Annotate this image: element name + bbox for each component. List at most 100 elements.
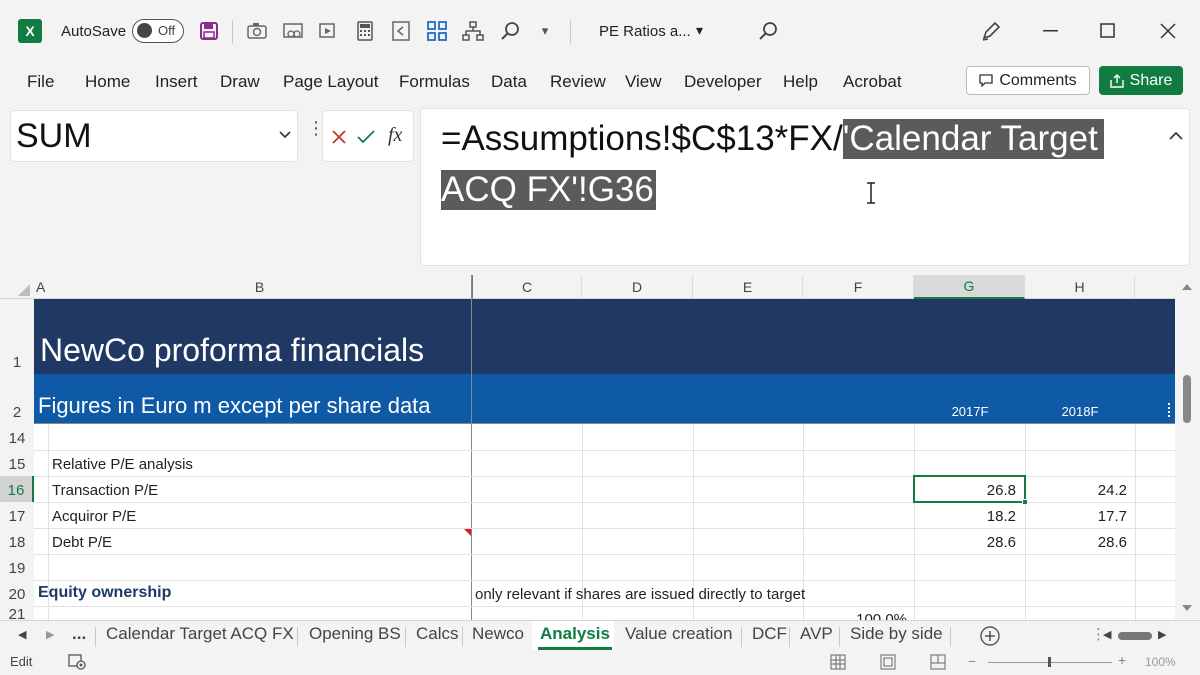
normal-view-icon[interactable] [830, 654, 846, 670]
org-chart-icon[interactable] [460, 18, 486, 44]
column-header-a[interactable]: A [34, 275, 48, 299]
row-header-21[interactable]: 21 [0, 606, 34, 620]
next-sheet-icon[interactable]: ▶ [46, 628, 54, 641]
sheet-tab-calcs[interactable]: Calcs [416, 624, 459, 644]
cell-b15[interactable]: Relative P/E analysis [52, 452, 193, 476]
row-header-2[interactable]: 2 [0, 374, 34, 424]
sheet-subtitle[interactable]: Figures in Euro m except per share data [38, 391, 431, 421]
accessibility-icon[interactable] [68, 654, 86, 670]
search-icon[interactable] [497, 18, 523, 44]
column-header-e[interactable]: E [693, 275, 803, 299]
tab-insert[interactable]: Insert [155, 72, 198, 92]
sheet-tab-avp[interactable]: AVP [800, 624, 833, 644]
minimize-icon[interactable] [1038, 18, 1064, 44]
cell-c20[interactable]: only relevant if shares are issued direc… [475, 582, 805, 606]
scroll-left-icon[interactable]: ◀ [1103, 628, 1111, 641]
tab-developer[interactable]: Developer [684, 72, 762, 92]
cell-b17[interactable]: Acquiror P/E [52, 504, 136, 528]
zoom-slider-knob[interactable] [1048, 657, 1051, 667]
tab-review[interactable]: Review [550, 72, 606, 92]
column-header-c[interactable]: C [472, 275, 582, 299]
sheet-tab-newco[interactable]: Newco [472, 624, 524, 644]
tab-home[interactable]: Home [85, 72, 130, 92]
row-header-20[interactable]: 20 [0, 580, 34, 606]
calculator-icon[interactable] [352, 18, 378, 44]
zoom-level[interactable]: 100% [1145, 655, 1176, 669]
print-preview-icon[interactable] [280, 18, 306, 44]
excel-logo-icon[interactable]: X [18, 19, 42, 43]
add-sheet-icon[interactable] [980, 626, 1000, 646]
name-box[interactable]: SUM [10, 110, 298, 162]
vertical-scrollbar[interactable] [1175, 275, 1200, 620]
select-all-corner[interactable] [0, 275, 34, 299]
sheet-tab-calendar-target-acq-fx[interactable]: Calendar Target ACQ FX [106, 624, 294, 644]
close-icon[interactable] [1155, 18, 1181, 44]
search-icon[interactable] [755, 18, 781, 44]
cancel-icon[interactable] [331, 129, 347, 145]
file-title[interactable]: PE Ratios a... [599, 23, 691, 40]
cell-a20[interactable]: Equity ownership [38, 581, 171, 605]
page-layout-view-icon[interactable] [880, 654, 896, 670]
tab-view[interactable]: View [625, 72, 662, 92]
tab-help[interactable]: Help [783, 72, 818, 92]
year-header-g[interactable]: 2017F [930, 400, 1010, 422]
scrollbar-thumb[interactable] [1183, 375, 1191, 423]
more-sheets-button[interactable]: ... [72, 624, 86, 644]
comments-button[interactable]: Comments [966, 66, 1090, 95]
tab-page-layout[interactable]: Page Layout [283, 72, 378, 92]
column-header-g[interactable]: G [914, 275, 1025, 299]
share-button[interactable]: Share [1099, 66, 1183, 95]
save-icon[interactable] [196, 18, 222, 44]
sheet-tab-dcf[interactable]: DCF [752, 624, 787, 644]
customize-toolbar-icon[interactable]: ▾ [532, 18, 558, 44]
cell-f21[interactable]: 100.0% [805, 610, 907, 621]
cell-g18[interactable]: 28.6 [914, 530, 1016, 554]
scroll-right-icon[interactable]: ▶ [1158, 628, 1166, 641]
row-header-14[interactable]: 14 [0, 424, 34, 450]
insert-function-button[interactable]: fx [388, 124, 402, 147]
prev-sheet-icon[interactable]: ◀ [18, 628, 26, 641]
scroll-down-icon[interactable] [1182, 605, 1192, 612]
row-header-18[interactable]: 18 [0, 528, 34, 554]
freeze-panes-icon[interactable] [388, 18, 414, 44]
page-break-view-icon[interactable] [930, 654, 946, 670]
row-header-17[interactable]: 17 [0, 502, 34, 528]
file-title-dropdown-icon[interactable]: ▾ [696, 22, 703, 39]
cell-h17[interactable]: 17.7 [1025, 504, 1127, 528]
sheet-title[interactable]: NewCo proforma financials [40, 327, 424, 373]
collapse-formula-bar-icon[interactable] [1169, 131, 1183, 140]
scroll-up-icon[interactable] [1182, 283, 1192, 290]
cell-g16[interactable]: 26.8 [914, 478, 1016, 502]
zoom-out-icon[interactable]: − [968, 653, 976, 669]
sheet-tab-opening-bs[interactable]: Opening BS [309, 624, 401, 644]
tab-file[interactable]: File [27, 72, 54, 92]
chevron-down-icon[interactable] [279, 131, 291, 139]
present-icon[interactable] [316, 18, 342, 44]
grid-apps-icon[interactable] [424, 18, 450, 44]
column-header-f[interactable]: F [803, 275, 914, 299]
enter-check-icon[interactable] [357, 129, 375, 145]
tab-draw[interactable]: Draw [220, 72, 260, 92]
column-header-h[interactable]: H [1025, 275, 1135, 299]
camera-icon[interactable] [244, 18, 270, 44]
formula-input[interactable]: =Assumptions!$C$13*FX/'Calendar Target A… [420, 108, 1190, 266]
autosave-toggle[interactable]: Off [132, 19, 184, 43]
tab-data[interactable]: Data [491, 72, 527, 92]
sheet-tab-analysis[interactable]: Analysis [538, 624, 612, 650]
tab-acrobat[interactable]: Acrobat [843, 72, 902, 92]
row-header-1[interactable]: 1 [0, 299, 34, 374]
sheet-tab-side-by-side[interactable]: Side by side [850, 624, 943, 644]
sheet-tab-value-creation[interactable]: Value creation [625, 624, 732, 644]
cell-g17[interactable]: 18.2 [914, 504, 1016, 528]
maximize-icon[interactable] [1095, 18, 1121, 44]
worksheet-grid[interactable]: A B C D E F G H NewCo proforma financial… [0, 275, 1200, 620]
tab-formulas[interactable]: Formulas [399, 72, 470, 92]
pen-icon[interactable] [978, 18, 1004, 44]
cell-b16[interactable]: Transaction P/E [52, 478, 158, 502]
year-header-h[interactable]: 2018F [1040, 400, 1120, 422]
cell-h16[interactable]: 24.2 [1025, 478, 1127, 502]
horizontal-scrollbar-thumb[interactable] [1118, 632, 1152, 640]
zoom-slider[interactable] [988, 657, 1112, 667]
row-header-16[interactable]: 16 [0, 476, 34, 502]
cell-h18[interactable]: 28.6 [1025, 530, 1127, 554]
